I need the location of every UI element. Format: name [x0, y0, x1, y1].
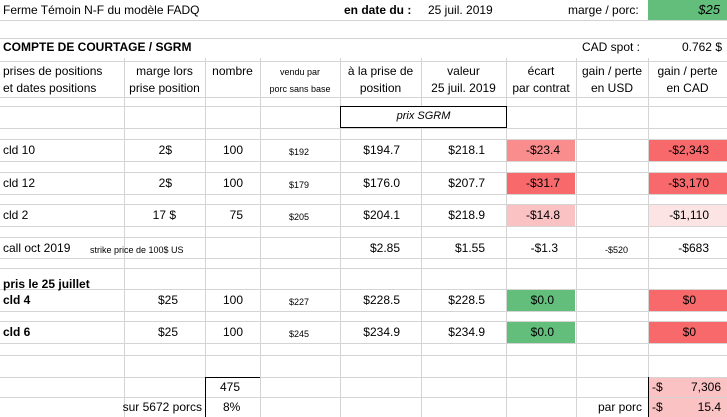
row6-prise: $228.5	[363, 293, 400, 307]
col-head-ecart-2: par contrat	[512, 81, 570, 95]
col-head-vendu-1: vendu par	[279, 67, 321, 77]
per-pig-value: 15.4	[697, 400, 721, 414]
row1-prise: $194.7	[363, 143, 400, 157]
row3-valeur: $218.9	[448, 208, 485, 222]
row1-position: cld 10	[3, 143, 36, 157]
cad-spot-label: CAD spot :	[582, 40, 641, 54]
row7-ecart: $0.0	[530, 325, 554, 339]
row4-prise: $2.85	[369, 241, 400, 255]
row3-ecart: -$14.8	[525, 208, 560, 222]
row3-marge: 17 $	[152, 208, 176, 222]
row3-vendu: $205	[289, 212, 310, 222]
row1-ecart: -$23.4	[525, 143, 560, 157]
par-porc-label: par porc	[598, 400, 643, 414]
margin-value: $25	[698, 2, 720, 17]
row4-cad: -$683	[678, 241, 709, 255]
margin-label: marge / porc:	[568, 3, 639, 17]
row2-ecart: -$31.7	[525, 176, 560, 190]
col-head-positions-1: prises de positions	[3, 64, 103, 78]
row7-valeur: $234.9	[448, 325, 485, 339]
per-pig-sign: -$	[652, 400, 663, 414]
row3-position: cld 2	[3, 208, 29, 222]
date-value: 25 juil. 2019	[428, 3, 493, 17]
row7-nombre: 100	[222, 325, 243, 339]
row1-valeur: $218.1	[448, 143, 485, 157]
col-head-valeur-2: 25 juil. 2019	[431, 81, 496, 95]
row6-marge: $25	[157, 293, 178, 307]
row6-vendu: $227	[289, 297, 310, 307]
col-head-prise-2: position	[359, 81, 402, 95]
row3-cad: -$1,110	[669, 208, 709, 222]
row1-vendu: $192	[289, 147, 310, 157]
col-head-usd-1: gain / perte	[581, 64, 643, 78]
row2-nombre: 100	[222, 176, 243, 190]
row4-valeur: $1.55	[454, 241, 485, 255]
row6-nombre: 100	[222, 293, 243, 307]
row1-marge: 2$	[158, 143, 172, 157]
row6-valeur: $228.5	[448, 293, 485, 307]
row4-strike: strike price de 100$ US	[90, 245, 184, 255]
row7-prise: $234.9	[363, 325, 400, 339]
col-head-marge-2: prise position	[129, 81, 200, 95]
total-cad-value: 7,306	[690, 380, 721, 394]
nombre-total: 475	[220, 380, 241, 394]
account-title: COMPTE DE COURTAGE / SGRM	[3, 40, 192, 54]
row4-ecart: -$1.3	[530, 241, 558, 255]
row1-cad: -$2,343	[668, 143, 709, 157]
row7-cad: $0	[682, 325, 696, 339]
col-head-cad-2: en CAD	[666, 81, 709, 95]
row4-position: call oct 2019	[3, 241, 71, 255]
col-head-valeur-1: valeur	[447, 64, 480, 78]
cad-spot-value: 0.762 $	[681, 40, 722, 54]
row7-marge: $25	[157, 325, 178, 339]
row2-prise: $176.0	[363, 176, 400, 190]
col-head-prise-1: à la prise de	[347, 64, 414, 78]
row1-nombre: 100	[222, 143, 243, 157]
row2-valeur: $207.7	[448, 176, 485, 190]
col-head-nombre: nombre	[212, 64, 253, 78]
col-head-marge-1: marge lors	[136, 64, 193, 78]
row6-cad: $0	[682, 293, 696, 307]
row3-prise: $204.1	[363, 208, 400, 222]
col-head-vendu-2: porc sans base	[269, 84, 331, 94]
row6-position: cld 4	[3, 293, 31, 307]
spreadsheet: Ferme Témoin N-F du modèle FADQ en date …	[0, 0, 727, 417]
row7-vendu: $245	[289, 329, 310, 339]
row2-position: cld 12	[3, 176, 36, 190]
col-head-usd-2: en USD	[590, 81, 634, 95]
row3-nombre: 75	[229, 208, 243, 222]
date-label: en date du :	[344, 3, 412, 17]
col-head-cad-1: gain / perte	[657, 64, 718, 78]
sur-porcs-label: sur 5672 porcs	[122, 400, 202, 414]
farm-label: Ferme Témoin N-F du modèle FADQ	[3, 3, 200, 17]
row4-usd: -$520	[604, 245, 628, 255]
row6-ecart: $0.0	[530, 293, 554, 307]
row2-marge: 2$	[158, 176, 172, 190]
col-head-ecart-1: écart	[527, 64, 555, 78]
pct-value: 8%	[223, 400, 241, 414]
row2-cad: -$3,170	[668, 176, 709, 190]
total-cad-sign: -$	[652, 380, 663, 394]
prix-sgrm-label: prix SGRM	[396, 110, 451, 122]
row2-vendu: $179	[289, 180, 310, 190]
row5-label: pris le 25 juillet	[3, 277, 90, 291]
row7-position: cld 6	[3, 325, 31, 339]
col-head-positions-2: et dates positions	[3, 81, 97, 95]
